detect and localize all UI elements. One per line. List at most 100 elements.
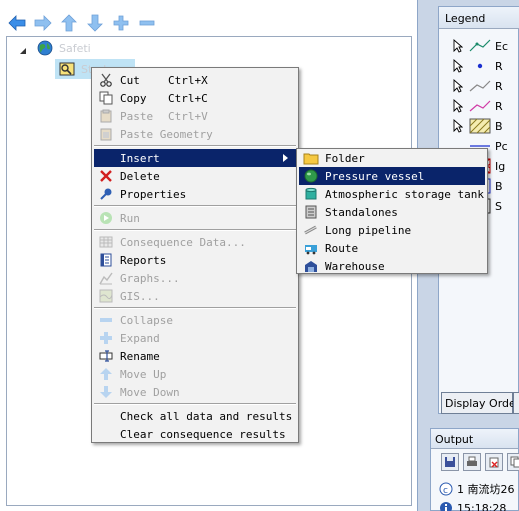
line-gray-icon	[469, 80, 491, 92]
svg-text:c: c	[443, 486, 448, 496]
output-row: c 1 南流坊26	[439, 481, 515, 497]
point-blue-icon	[477, 63, 483, 69]
printer-icon	[467, 456, 477, 466]
down-arrow-button[interactable]	[84, 12, 106, 34]
hatch-yellow-icon	[469, 118, 491, 134]
up-arrow-button[interactable]	[58, 12, 80, 34]
submenu-item-warehouse[interactable]: Warehouse	[299, 257, 485, 275]
output-title: Output	[431, 429, 518, 449]
menu-item-expand[interactable]: Expand	[94, 329, 296, 347]
menu-item-insert[interactable]: Insert	[94, 149, 296, 167]
menu-item-move-down[interactable]: Move Down	[94, 383, 296, 401]
output-panel: Output c 1 南流坊26 15:18:28	[430, 428, 519, 511]
submenu-item-standalones[interactable]: Standalones	[299, 203, 485, 221]
submenu-item-atmospheric-tank[interactable]: Atmospheric storage tank	[299, 185, 485, 203]
copy-button[interactable]	[507, 453, 519, 471]
map-icon	[99, 289, 113, 303]
display-order-tab[interactable]: Display Order	[441, 392, 519, 414]
paste-icon	[100, 109, 112, 123]
explorer-toolbar	[6, 12, 158, 34]
legend-item[interactable]: R	[469, 96, 503, 116]
add-button[interactable]	[110, 12, 132, 34]
menu-item-label: Collapse	[120, 314, 173, 327]
legend-tab-scroll[interactable]	[513, 392, 519, 414]
menu-item-properties[interactable]: Properties	[94, 185, 296, 203]
menu-separator	[94, 403, 296, 405]
menu-item-run[interactable]: Run	[94, 209, 296, 227]
submenu-arrow-icon	[283, 154, 288, 162]
menu-item-label: Reports	[120, 254, 167, 267]
paste-geometry-icon	[100, 128, 112, 141]
menu-item-label: Delete	[120, 170, 160, 183]
context-menu: Cut Ctrl+X Copy Ctrl+C Paste Ctrl+V Past…	[91, 67, 299, 443]
submenu-item-long-pipeline[interactable]: Long pipeline	[299, 221, 485, 239]
menu-item-check-all[interactable]: Check all data and results	[94, 407, 296, 425]
menu-item-clear-results[interactable]: Clear consequence results	[94, 425, 296, 443]
submenu-item-pressure-vessel[interactable]: Pressure vessel	[299, 167, 485, 185]
pipeline-icon	[304, 225, 317, 235]
menu-item-label: Move Down	[120, 386, 180, 399]
tree-collapse-icon[interactable]	[19, 47, 27, 55]
menu-item-collapse[interactable]: Collapse	[94, 311, 296, 329]
menu-item-shortcut: Ctrl+X	[168, 74, 208, 87]
menu-item-gis[interactable]: GIS...	[94, 287, 296, 305]
legend-item[interactable]: R	[469, 56, 503, 76]
legend-item-label: R	[495, 99, 503, 113]
menu-item-copy[interactable]: Copy Ctrl+C	[94, 89, 296, 107]
pointer-icon	[453, 99, 463, 113]
menu-item-consequence-data[interactable]: Consequence Data...	[94, 233, 296, 251]
legend-item-label: Ec	[495, 39, 508, 53]
print-button[interactable]	[463, 453, 481, 471]
minus-icon	[139, 20, 155, 26]
remove-button[interactable]	[136, 12, 158, 34]
tree-root-label: Safeti	[59, 41, 91, 55]
menu-item-label: Insert	[120, 152, 160, 165]
menu-item-label: Copy	[120, 92, 147, 105]
forward-arrow-button[interactable]	[32, 12, 54, 34]
legend-item-label: B	[495, 179, 503, 193]
menu-item-label: Properties	[120, 188, 187, 201]
copy-icon	[510, 456, 519, 468]
legend-item[interactable]: Ec	[469, 36, 508, 56]
submenu-item-route[interactable]: Route	[299, 239, 485, 257]
graph-icon	[99, 272, 113, 285]
output-row: 15:18:28	[439, 501, 506, 511]
folder-icon	[303, 153, 319, 165]
menu-item-label: Rename	[120, 350, 160, 363]
menu-item-delete[interactable]: Delete	[94, 167, 296, 185]
legend-item-label: Pc	[495, 139, 508, 153]
tree-root-node[interactable]: Safeti	[37, 39, 91, 57]
menu-item-paste[interactable]: Paste Ctrl+V	[94, 107, 296, 125]
output-row-text: 15:18:28	[457, 501, 507, 511]
legend-item-label: R	[495, 79, 503, 93]
menu-item-move-up[interactable]: Move Up	[94, 365, 296, 383]
menu-item-paste-geometry[interactable]: Paste Geometry	[94, 125, 296, 143]
menu-separator	[94, 205, 296, 207]
legend-item-label: R	[495, 59, 503, 73]
menu-item-label: Run	[120, 212, 140, 225]
menu-item-label: Consequence Data...	[120, 236, 246, 249]
back-arrow-button[interactable]	[6, 12, 28, 34]
menu-item-cut[interactable]: Cut Ctrl+X	[94, 71, 296, 89]
study-folder-icon	[59, 62, 75, 76]
arrow-right-icon	[34, 15, 52, 31]
menu-item-graphs[interactable]: Graphs...	[94, 269, 296, 287]
menu-item-rename[interactable]: Rename	[94, 347, 296, 365]
pointer-icon	[453, 59, 463, 73]
legend-item[interactable]: R	[469, 76, 503, 96]
clear-button[interactable]	[485, 453, 503, 471]
menu-item-label: Graphs...	[120, 272, 180, 285]
menu-separator	[94, 307, 296, 309]
menu-item-label: Check all data and results	[120, 410, 293, 423]
legend-item-label: Ig	[495, 159, 506, 173]
menu-item-label: Paste	[120, 110, 154, 123]
menu-item-reports[interactable]: Reports	[94, 251, 296, 269]
legend-item[interactable]: B	[469, 116, 503, 136]
warehouse-icon	[305, 261, 317, 272]
arrow-down-icon	[87, 14, 103, 32]
menu-item-label: GIS...	[120, 290, 160, 303]
submenu-item-label: Long pipeline	[325, 224, 412, 237]
save-button[interactable]	[441, 453, 459, 471]
menu-separator	[94, 229, 296, 231]
submenu-item-folder[interactable]: Folder	[299, 149, 485, 167]
